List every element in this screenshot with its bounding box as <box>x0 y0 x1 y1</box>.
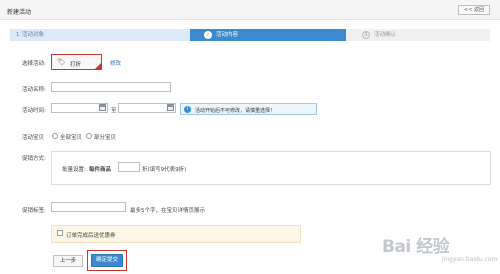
step-number: 3 <box>362 31 370 39</box>
discount-suffix: 折(填写9代表9折) <box>142 167 187 173</box>
check-icon: ✓ <box>204 31 212 39</box>
top-bar: 新建活动 << 返回 <box>0 0 500 20</box>
watermark-logo: Bai 经验 <box>382 237 450 257</box>
step-label: 活动内容 <box>216 32 239 38</box>
submit-button[interactable]: 确定提交 <box>91 254 123 267</box>
modify-link[interactable]: 修改 <box>110 59 121 67</box>
step-activity-target: 1 活动对象 <box>10 29 190 41</box>
calendar-icon[interactable] <box>167 104 174 111</box>
radio-all-goods[interactable] <box>52 133 58 139</box>
per-item-label: 每件商品 <box>89 167 112 173</box>
activity-time-label: 活动时间: <box>22 108 46 114</box>
activity-name-input[interactable] <box>51 82 171 92</box>
discount-label: 促销方式: <box>22 156 46 162</box>
discount-panel <box>51 151 491 185</box>
time-tip: i 活动开始后不可修改，请慎重选择！ <box>180 103 317 115</box>
page-title: 新建活动 <box>7 9 32 16</box>
radio-label: 部分宝贝 <box>94 135 117 141</box>
tip-text: 活动开始后不可修改，请慎重选择！ <box>195 108 276 114</box>
selected-corner-icon <box>95 63 101 69</box>
activity-name-label: 活动名称: <box>22 87 46 93</box>
promo-tag-hint: 最多5个字，在宝贝详情页展示 <box>130 208 206 214</box>
activity-tag-chip[interactable]: 🏷 打折 <box>51 54 102 70</box>
batch-set-label: 批量设置: <box>62 167 86 173</box>
promo-tag-input[interactable] <box>51 202 126 212</box>
radio-partial-goods[interactable] <box>86 133 92 139</box>
back-button[interactable]: << 返回 <box>458 5 490 15</box>
discount-input[interactable] <box>118 162 140 172</box>
step-activity-content: ✓ 活动内容 <box>190 29 346 41</box>
select-activity-label: 选择活动: <box>22 61 46 67</box>
coupon-checkbox[interactable] <box>57 230 63 236</box>
step-label: 活动对象 <box>22 32 45 38</box>
coupon-checkbox-label: 订单完成后送优惠券 <box>66 233 116 239</box>
date-separator: 至 <box>111 108 117 114</box>
step-number: 1 <box>16 32 20 38</box>
promo-tag-label: 促销标签: <box>22 208 46 214</box>
step-activity-confirm: 3 活动确认 <box>346 29 490 41</box>
activity-goods-label: 活动宝贝 <box>22 135 45 141</box>
baidu-watermark: Bai 经验 jingyan.baidu.com <box>372 226 498 270</box>
prev-step-button[interactable]: 上一步 <box>53 255 83 267</box>
calendar-icon[interactable] <box>99 104 106 111</box>
step-progress: 1 活动对象 ✓ 活动内容 3 活动确认 <box>10 29 490 41</box>
step-label: 活动确认 <box>374 32 397 38</box>
info-icon: i <box>184 106 191 113</box>
activity-tag-text: 打折 <box>70 62 82 68</box>
tag-icon: 🏷 <box>57 58 66 66</box>
radio-label: 全部宝贝 <box>60 135 83 141</box>
watermark-url: jingyan.baidu.com <box>442 256 498 263</box>
